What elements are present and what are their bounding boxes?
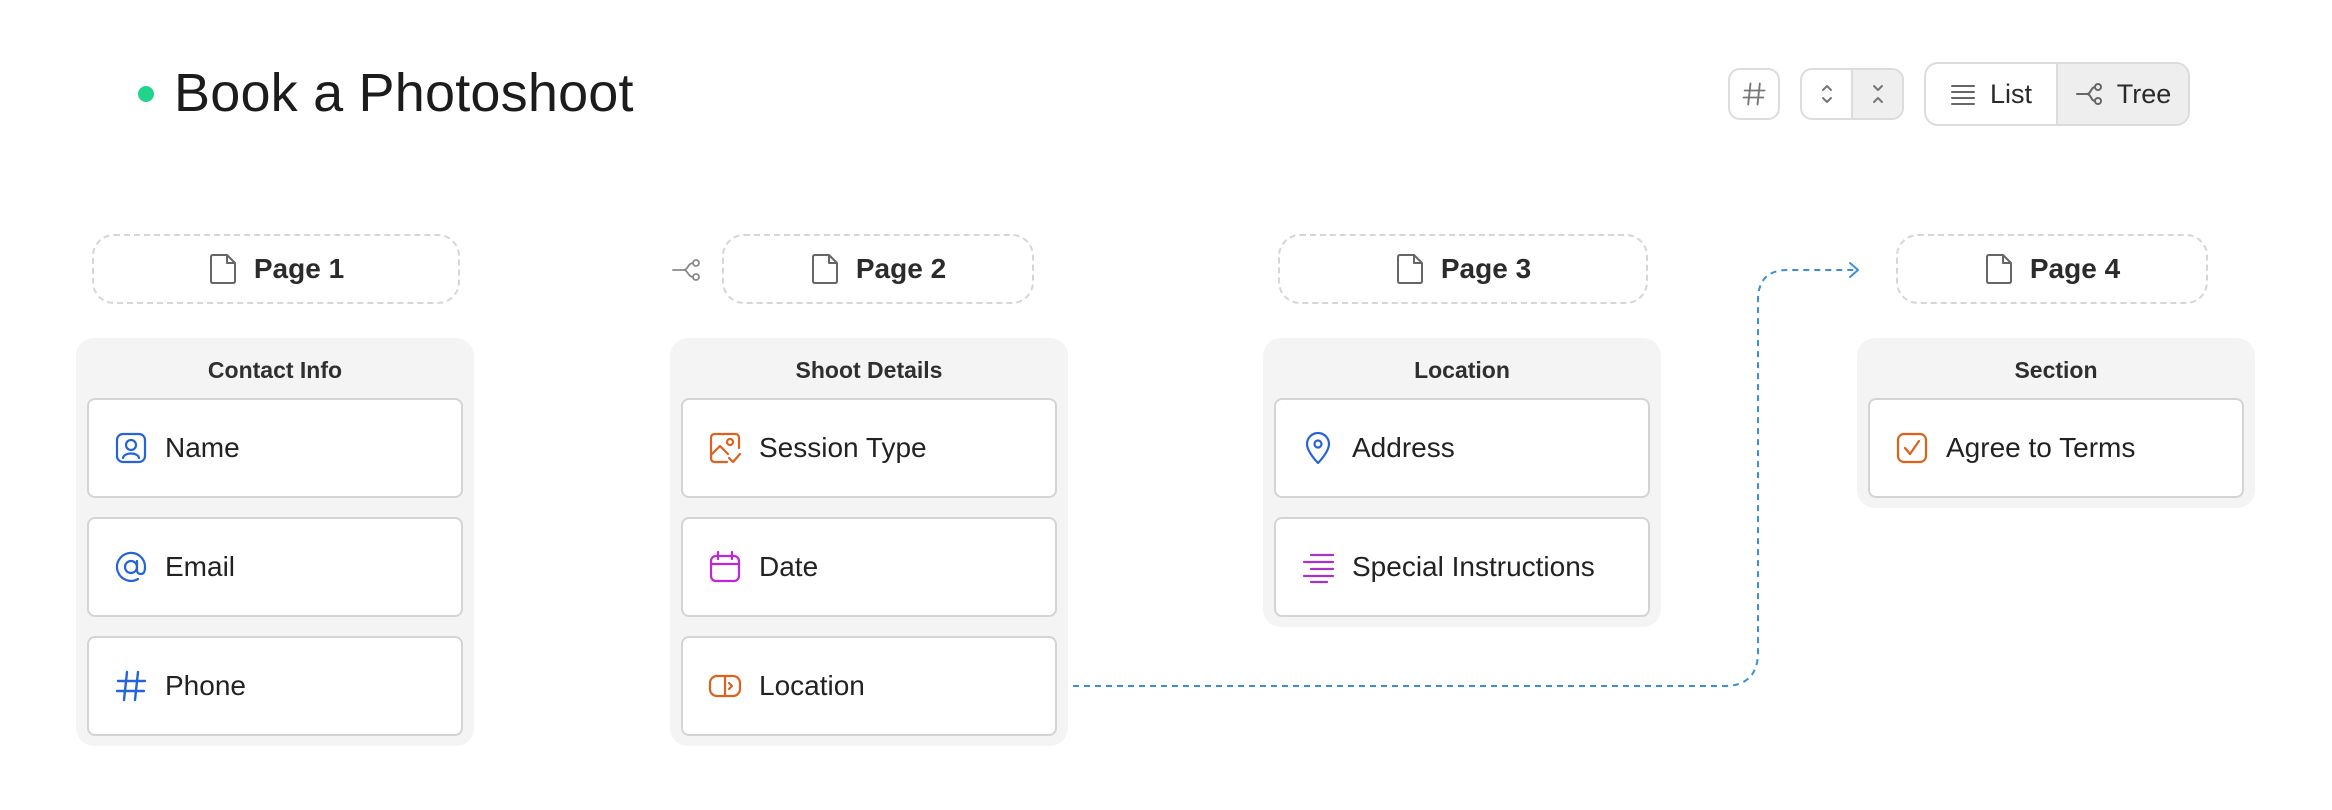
page-label: Page 3	[1440, 253, 1532, 284]
branch-logic-icon[interactable]	[672, 258, 702, 282]
page-icon	[1395, 252, 1425, 286]
field-email[interactable]: Email	[87, 517, 463, 617]
contact-icon	[113, 430, 149, 466]
calendar-icon	[707, 549, 743, 585]
page-icon	[1984, 252, 2014, 286]
page-header-2[interactable]: Page 2	[722, 234, 1034, 304]
section-contact-info: Contact Info Name Email Phone	[76, 338, 474, 746]
section-location: Location Address Special Instructions	[1263, 338, 1661, 627]
field-label: Address	[1352, 432, 1455, 463]
text-lines-icon	[1300, 549, 1336, 585]
field-label: Agree to Terms	[1946, 432, 2136, 463]
field-label: Special Instructions	[1352, 551, 1595, 582]
toggle-icon	[707, 668, 743, 704]
field-label: Date	[759, 551, 819, 582]
field-label: Phone	[165, 670, 246, 701]
field-label: Name	[165, 432, 240, 463]
field-label: Session Type	[759, 432, 927, 463]
field-agree-to-terms[interactable]: Agree to Terms	[1868, 398, 2244, 498]
at-sign-icon	[113, 549, 149, 585]
field-special-instructions[interactable]: Special Instructions	[1274, 517, 1650, 617]
section-title: Section	[2014, 357, 2098, 383]
field-session-type[interactable]: Session Type	[681, 398, 1057, 498]
section-terms: Section Agree to Terms	[1857, 338, 2255, 508]
field-date[interactable]: Date	[681, 517, 1057, 617]
field-name[interactable]: Name	[87, 398, 463, 498]
page-header-4[interactable]: Page 4	[1896, 234, 2208, 304]
page-icon	[208, 252, 238, 286]
section-title: Shoot Details	[795, 357, 943, 383]
page-header-1[interactable]: Page 1	[92, 234, 460, 304]
hash-icon	[113, 668, 149, 704]
map-pin-icon	[1300, 430, 1336, 466]
checkbox-icon	[1894, 430, 1930, 466]
field-address[interactable]: Address	[1274, 398, 1650, 498]
section-shoot-details: Shoot Details Session Type Date Location	[670, 338, 1068, 746]
page-label: Page 1	[253, 253, 345, 284]
page-header-3[interactable]: Page 3	[1278, 234, 1648, 304]
page-label: Page 4	[2029, 253, 2121, 284]
page-label: Page 2	[855, 253, 947, 284]
field-phone[interactable]: Phone	[87, 636, 463, 736]
field-label: Location	[759, 670, 865, 701]
section-title: Location	[1414, 357, 1510, 383]
field-location[interactable]: Location	[681, 636, 1057, 736]
section-title: Contact Info	[207, 357, 343, 383]
image-check-icon	[707, 430, 743, 466]
page-icon	[810, 252, 840, 286]
field-label: Email	[165, 551, 236, 582]
